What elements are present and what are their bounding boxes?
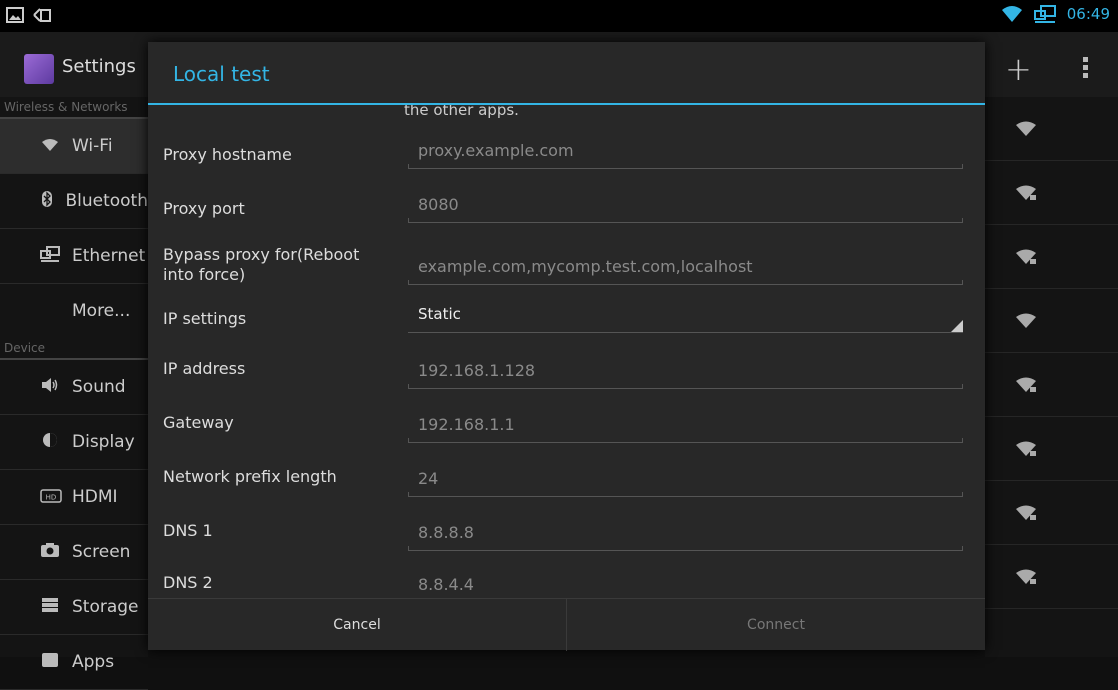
dns1-label: DNS 1 (163, 521, 213, 540)
storage-icon (40, 597, 60, 617)
list-item[interactable] (985, 225, 1118, 289)
prefix-length-label: Network prefix length (163, 467, 337, 486)
connect-button[interactable]: Connect (566, 599, 985, 651)
ip-settings-label: IP settings (163, 309, 247, 328)
sidebar-item-wifi[interactable]: Wi-Fi (0, 119, 148, 174)
gallery-notification-icon (6, 7, 24, 23)
gateway-input[interactable]: 192.168.1.1 (408, 409, 963, 443)
ethernet-status-icon (1033, 5, 1056, 23)
hdmi-icon: HD (40, 488, 62, 507)
wifi-locked-signal-icon (1016, 185, 1036, 200)
prefix-length-input[interactable]: 24 (408, 463, 963, 497)
wifi-locked-signal-icon (1016, 569, 1036, 584)
dialog-scroll-body[interactable]: the other apps. Proxy hostname proxy.exa… (148, 105, 985, 598)
status-bar: 06:49 (0, 0, 1118, 32)
proxy-port-input[interactable]: 8080 (408, 189, 963, 223)
dns2-label: DNS 2 (163, 573, 213, 592)
screenshot-icon (40, 542, 60, 562)
ethernet-icon (40, 246, 60, 266)
spinner-dropdown-icon (951, 320, 963, 332)
ip-address-placeholder: 192.168.1.128 (418, 361, 536, 380)
section-header-device: Device (0, 338, 148, 360)
bypass-proxy-input[interactable]: example.com,mycomp.test.com,localhost (408, 243, 963, 285)
sidebar-item-bluetooth[interactable]: Bluetooth (0, 174, 148, 229)
ip-address-input[interactable]: 192.168.1.128 (408, 355, 963, 389)
proxy-warning-text: the other apps. (404, 105, 519, 119)
list-item[interactable] (985, 545, 1118, 609)
clock: 06:49 (1066, 5, 1110, 23)
sidebar-item-screen[interactable]: Screen (0, 525, 148, 580)
overflow-menu-icon[interactable] (1078, 54, 1092, 84)
dns1-placeholder: 8.8.8.8 (418, 523, 474, 542)
sidebar-item-label: Bluetooth (65, 191, 148, 211)
app-title: Settings (62, 56, 136, 77)
proxy-hostname-input[interactable]: proxy.example.com (408, 135, 963, 169)
gateway-placeholder: 192.168.1.1 (418, 415, 515, 434)
wifi-locked-signal-icon (1016, 377, 1036, 392)
sidebar-item-label: Display (72, 432, 135, 452)
prefix-length-placeholder: 24 (418, 469, 439, 488)
ip-settings-spinner[interactable]: Static (408, 299, 963, 333)
list-item[interactable] (985, 417, 1118, 481)
bypass-proxy-placeholder: example.com,mycomp.test.com,localhost (418, 257, 753, 276)
dialog-title: Local test (173, 62, 270, 86)
sidebar-item-label: More... (72, 301, 131, 321)
sound-icon (40, 377, 60, 397)
sidebar-item-more[interactable]: More... (0, 284, 148, 338)
sidebar-item-label: Apps (72, 652, 115, 672)
network-config-dialog: Local test the other apps. Proxy hostnam… (148, 42, 985, 651)
sidebar-item-label: Storage (72, 597, 139, 617)
sidebar-item-label: Sound (72, 377, 126, 397)
proxy-hostname-placeholder: proxy.example.com (418, 141, 574, 160)
dns1-input[interactable]: 8.8.8.8 (408, 517, 963, 551)
list-item[interactable] (985, 353, 1118, 417)
wifi-locked-signal-icon (1016, 249, 1036, 264)
wifi-locked-signal-icon (1016, 505, 1036, 520)
wifi-locked-signal-icon (1016, 441, 1036, 456)
proxy-hostname-label: Proxy hostname (163, 145, 292, 164)
wifi-signal-icon (1016, 121, 1036, 136)
apps-icon (40, 652, 60, 672)
sidebar-item-apps[interactable]: Apps (0, 635, 148, 690)
list-item[interactable] (985, 289, 1118, 353)
wifi-icon (40, 137, 60, 156)
display-icon (40, 432, 60, 452)
dialog-button-bar: Cancel Connect (148, 598, 985, 651)
usb-notification-icon (33, 8, 51, 22)
ip-settings-value: Static (418, 305, 461, 323)
sidebar-item-ethernet[interactable]: Ethernet (0, 229, 148, 284)
wifi-status-icon (1001, 6, 1022, 22)
gateway-label: Gateway (163, 413, 234, 432)
section-header-wireless: Wireless & Networks (0, 97, 148, 119)
sidebar-item-hdmi[interactable]: HD HDMI (0, 470, 148, 525)
bluetooth-icon (40, 191, 53, 211)
sidebar-item-label: HDMI (72, 487, 118, 507)
wifi-signal-icon (1016, 313, 1036, 328)
dns2-placeholder: 8.8.4.4 (418, 575, 474, 594)
cancel-button[interactable]: Cancel (148, 599, 566, 651)
sidebar-item-label: Wi-Fi (72, 136, 113, 156)
sidebar-item-label: Screen (72, 542, 131, 562)
dns2-input[interactable]: 8.8.4.4 (408, 569, 963, 598)
list-item[interactable] (985, 481, 1118, 545)
sidebar-item-sound[interactable]: Sound (0, 360, 148, 415)
svg-text:HD: HD (46, 493, 57, 501)
settings-sidebar: Wireless & Networks Wi-Fi Bluetooth Ethe… (0, 97, 148, 690)
proxy-port-placeholder: 8080 (418, 195, 459, 214)
wifi-network-list (985, 97, 1118, 657)
sidebar-item-storage[interactable]: Storage (0, 580, 148, 635)
proxy-port-label: Proxy port (163, 199, 245, 218)
ip-address-label: IP address (163, 359, 246, 378)
list-item[interactable] (985, 161, 1118, 225)
sidebar-item-label: Ethernet (72, 246, 146, 266)
add-network-icon[interactable]: + (1005, 50, 1032, 88)
sidebar-item-display[interactable]: Display (0, 415, 148, 470)
settings-app-icon[interactable] (24, 54, 54, 84)
bypass-proxy-label: Bypass proxy for(Reboot into force) (163, 245, 360, 284)
list-item[interactable] (985, 97, 1118, 161)
